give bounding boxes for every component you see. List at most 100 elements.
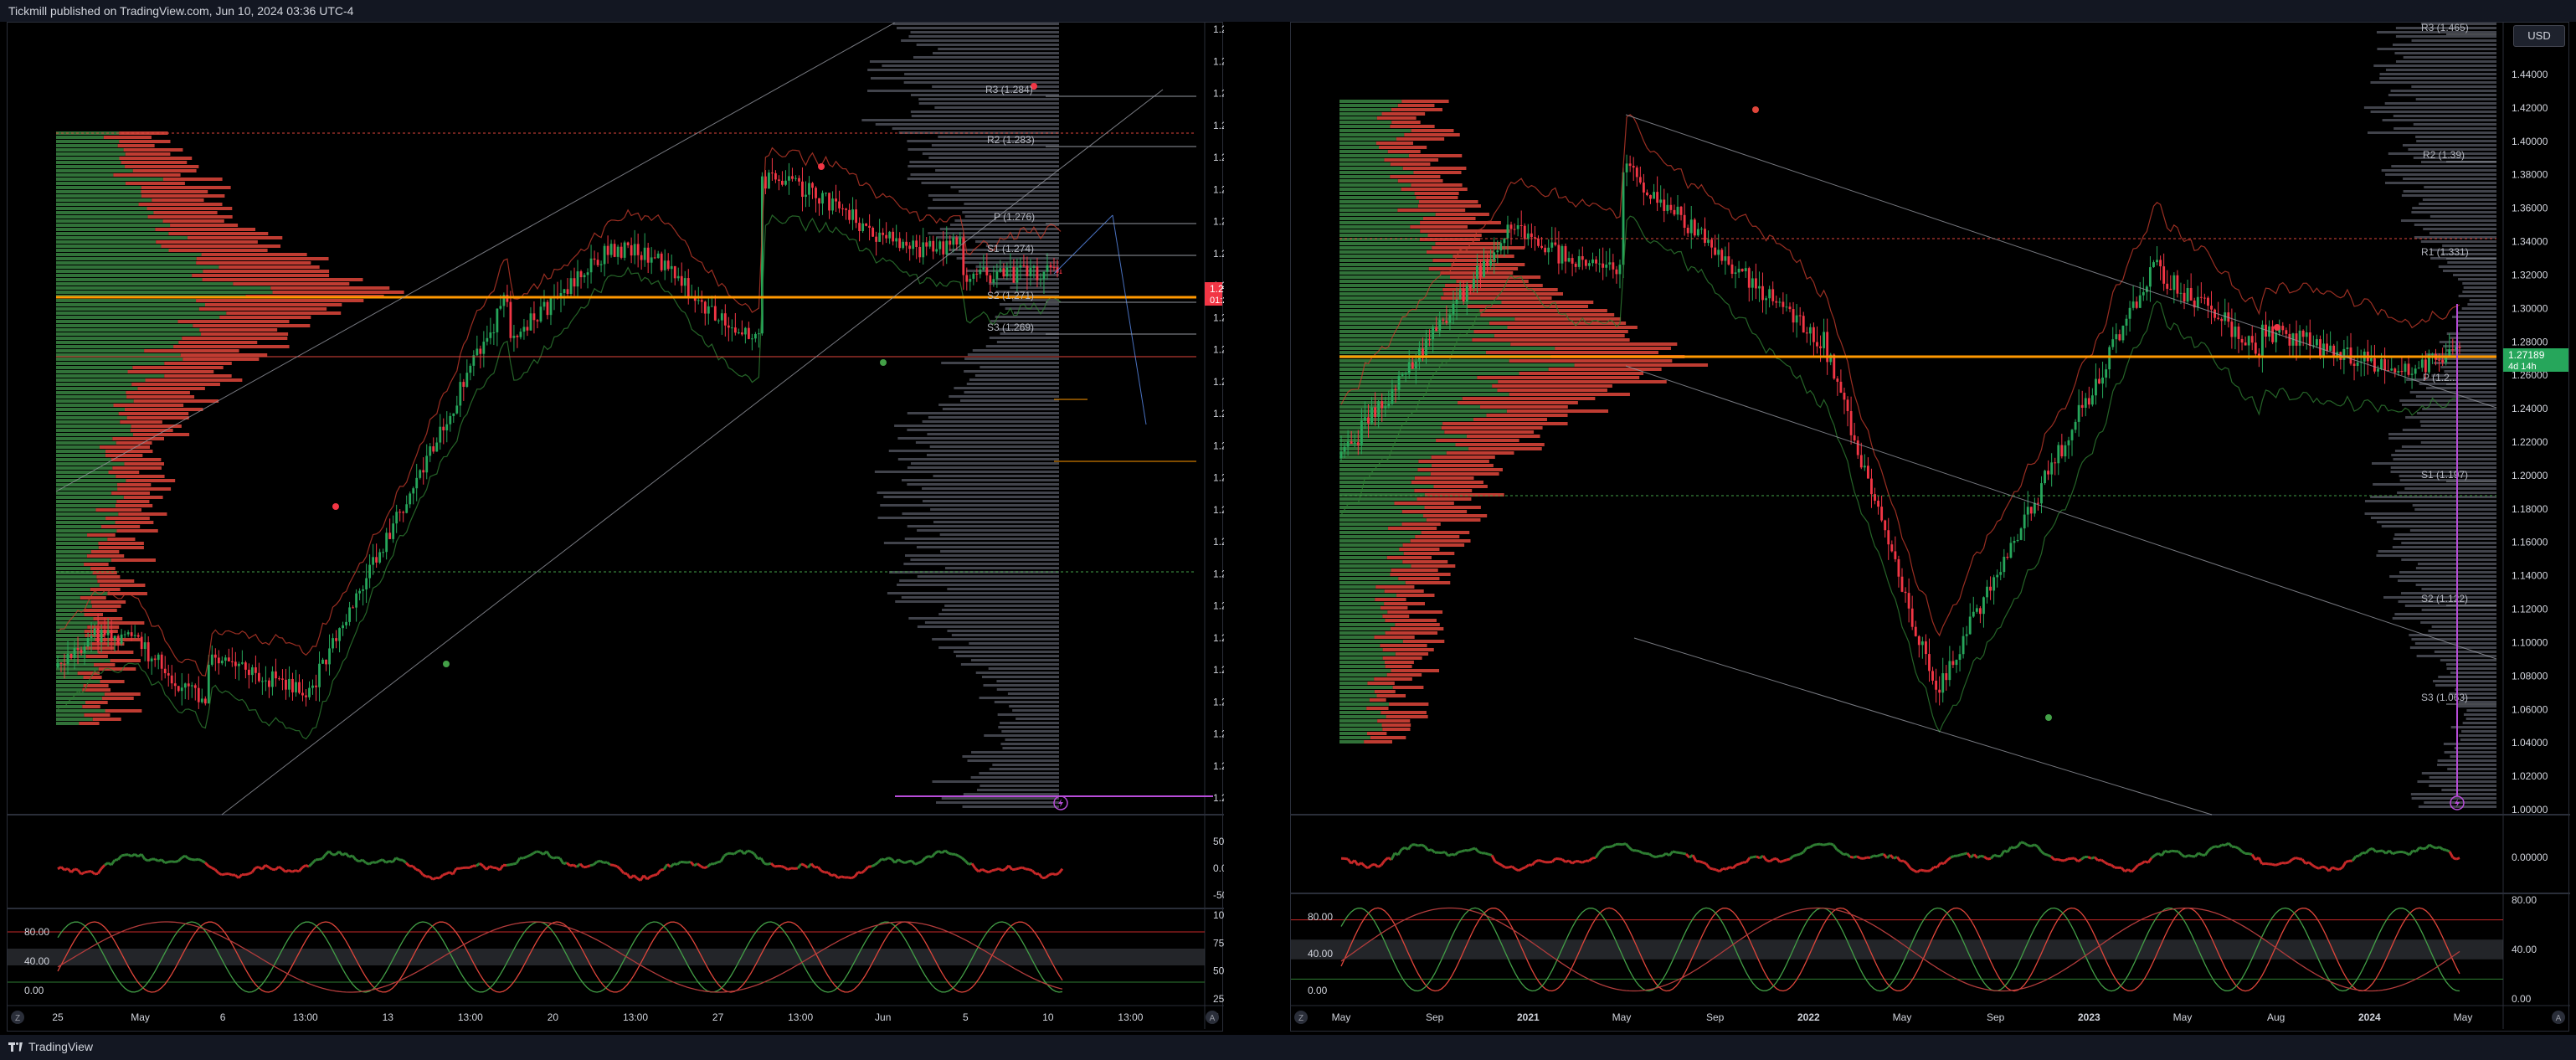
volume-profile-bar-red [164, 374, 232, 378]
candle-body [1360, 420, 1363, 445]
tradingview-brand[interactable]: TradingView [8, 1040, 93, 1053]
price-axis-label: 1.28000 [2512, 336, 2548, 347]
volume-profile-bar-green [56, 345, 174, 348]
volume-profile-bar-gray [938, 404, 1059, 406]
volume-profile-bar-green [56, 324, 193, 327]
volume-profile-bar-green [56, 429, 131, 432]
oscillator-line [897, 858, 902, 863]
signal-dot [443, 661, 450, 667]
volume-profile-bar-gray [2401, 445, 2496, 448]
oscillator-line [2137, 862, 2142, 867]
volume-profile-bar-red [1386, 715, 1428, 718]
volume-profile-bar-green [56, 466, 113, 470]
volume-profile-bar-green [56, 425, 131, 428]
oscillator-line [697, 862, 702, 867]
candle-body [1628, 163, 1632, 167]
oscillator-line [2452, 857, 2457, 861]
candle-body [965, 275, 969, 282]
candle-body [2080, 404, 2084, 408]
volume-profile-bar-gray [2460, 738, 2496, 741]
volume-profile-bar-gray [2399, 571, 2496, 574]
candle-body [1401, 373, 1404, 376]
oscillator-axis-label: -50.00000 [1213, 889, 1224, 901]
volume-profile-bar-gray [941, 362, 1059, 364]
candle-body [660, 253, 663, 270]
volume-profile-bar-green [1339, 280, 1457, 283]
oscillator-line [1051, 872, 1057, 877]
volume-profile-bar-gray [2461, 730, 2496, 733]
candle-body [1350, 441, 1353, 445]
oscillator-line [2184, 854, 2189, 858]
candle-body [2044, 471, 2046, 484]
oscillator-line [1490, 854, 1497, 862]
volume-profile-bar-red [120, 420, 162, 424]
candle-body [465, 373, 469, 387]
candle-body [1339, 451, 1343, 458]
volume-profile-bar-gray [2394, 450, 2496, 452]
candle-body [200, 698, 203, 702]
volume-profile-bar-gray [2391, 165, 2496, 167]
volume-profile-bar-gray [2447, 768, 2496, 770]
candle-body [1591, 259, 1594, 264]
volume-profile-bar-red [1509, 359, 1673, 363]
signal-dot [332, 503, 339, 510]
oscillator-line [438, 873, 445, 879]
candle-body [1955, 660, 1958, 666]
oscillator-line [2288, 858, 2293, 863]
left-chart-pane[interactable]: 1.288001.286001.284001.282001.280001.278… [7, 22, 1258, 1032]
volume-profile-bar-gray [974, 374, 1059, 377]
right-chart-canvas[interactable]: 1.440001.420001.400001.380001.360001.340… [1291, 22, 2570, 1032]
candle-body [1584, 260, 1587, 266]
volume-profile-bar-red [1422, 217, 1476, 220]
volume-profile-bar-red [1395, 652, 1429, 656]
volume-profile-bar-red [1379, 146, 1427, 149]
right-chart-pane[interactable]: 1.44000 1.42000 1.40000 1.38000 1.36000 1.340… [1290, 22, 2570, 1032]
volume-profile-bar-green [56, 211, 154, 214]
volume-profile-bar-gray [903, 563, 1059, 565]
volume-profile-bar-red [144, 349, 239, 352]
currency-button[interactable]: USD [2513, 25, 2565, 47]
candle-body [355, 593, 357, 608]
volume-profile-bar-red [1442, 422, 1568, 425]
volume-profile-bar-red [91, 605, 121, 608]
volume-profile-bar-green [1339, 497, 1417, 501]
volume-profile-bar-red [1390, 125, 1435, 128]
candle-body [1653, 192, 1655, 199]
volume-profile-bar-green [1339, 728, 1383, 731]
volume-profile-bar-green [56, 215, 148, 219]
candle-body [945, 240, 949, 255]
volume-profile-bar-gray [2395, 60, 2496, 63]
volume-profile-bar-gray [922, 500, 1059, 502]
candle-body [2009, 543, 2013, 558]
oscillator-line [941, 849, 946, 854]
oscillator-line [1001, 867, 1006, 872]
oscillator-line [402, 859, 407, 864]
oscillator-line [278, 865, 283, 870]
candle-body [59, 662, 63, 664]
oscillator-line [1987, 857, 1992, 861]
oscillator-line [1809, 844, 1814, 849]
oscillator-line [2016, 841, 2023, 847]
volume-profile-bar-red [1401, 188, 1468, 191]
volume-profile-bar-green [56, 433, 133, 436]
oscillator-line [780, 865, 785, 869]
oscillator-line [1037, 872, 1044, 879]
volume-profile-bar-gray [996, 341, 1059, 343]
volume-profile-bar-gray [1002, 747, 1059, 749]
volume-profile-bar-gray [903, 81, 1059, 84]
candle-body [1880, 507, 1884, 521]
volume-profile-bar-red [87, 533, 116, 537]
oscillator-line [291, 869, 296, 873]
volume-profile-bar-green [1339, 171, 1414, 174]
oscillator-line [355, 858, 360, 863]
price-axis-label: 1.27600 [1213, 216, 1224, 228]
volume-profile-bar-green [56, 353, 181, 357]
oscillator-line [1786, 857, 1791, 862]
oscillator-line [847, 876, 852, 880]
candle-body [308, 687, 311, 697]
volume-profile-bar-green [56, 224, 171, 227]
candle-body [445, 424, 449, 431]
left-chart-canvas[interactable]: 1.288001.286001.284001.282001.280001.278… [8, 22, 1258, 1032]
oscillator-line [1691, 854, 1698, 862]
candle-body [2420, 359, 2424, 368]
